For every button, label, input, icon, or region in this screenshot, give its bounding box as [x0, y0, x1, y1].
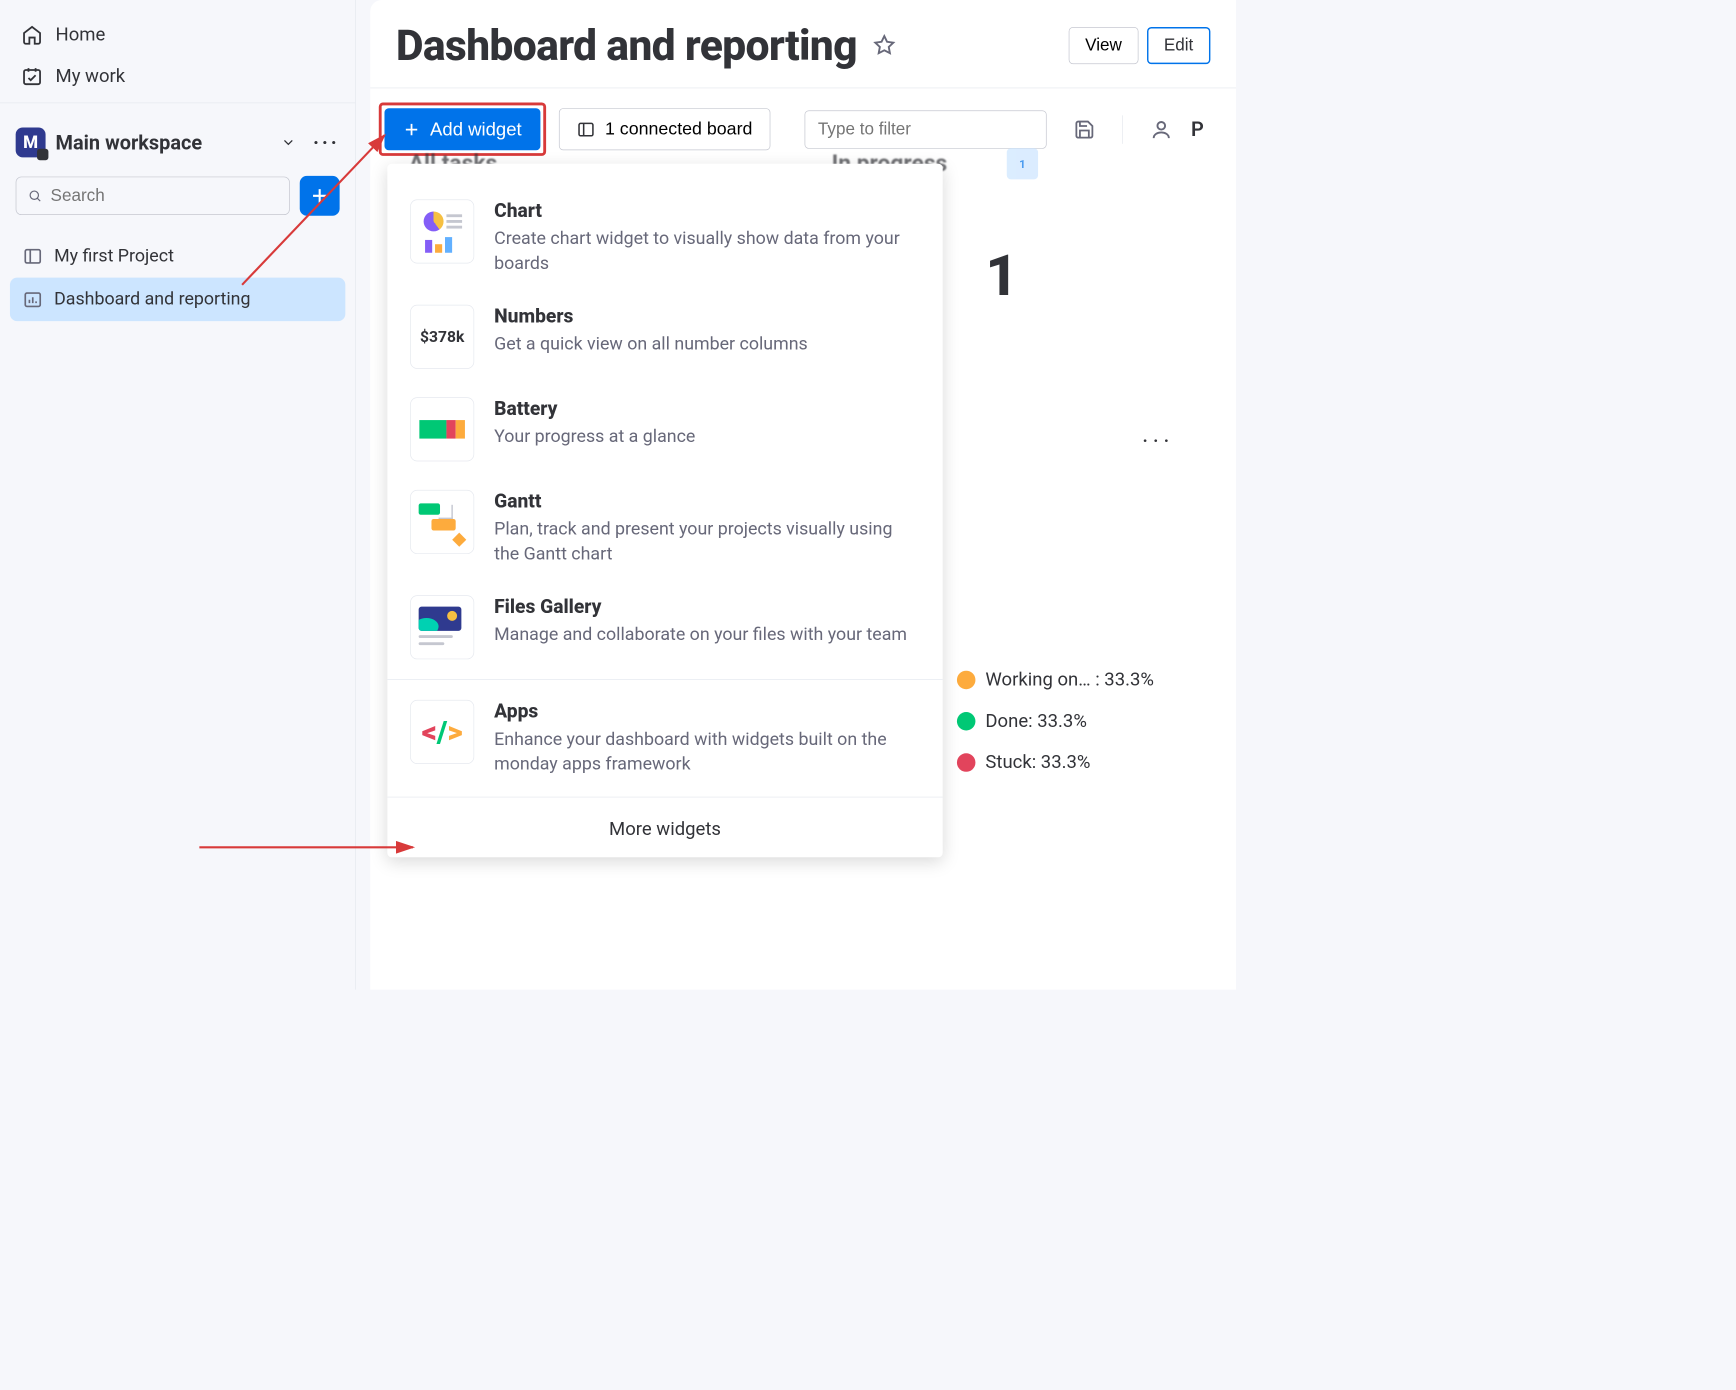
numbers-icon: $378k	[410, 305, 474, 369]
nav-home[interactable]: Home	[0, 14, 355, 55]
battery-icon	[410, 397, 474, 461]
chart-legend: Working on… : 33.3% Done: 33.3% Stuck: 3…	[957, 669, 1154, 793]
legend-label: Working on… : 33.3%	[985, 669, 1154, 690]
number-widget-value: 1	[985, 242, 1018, 309]
count-badge: 1	[1007, 148, 1038, 179]
edit-button[interactable]: Edit	[1147, 27, 1211, 64]
page-title: Dashboard and reporting	[396, 20, 857, 71]
divider	[387, 797, 942, 798]
divider	[1122, 115, 1123, 143]
add-widget-dropdown: Chart Create chart widget to visually sh…	[387, 164, 942, 857]
calendar-check-icon	[21, 66, 42, 87]
more-widgets-button[interactable]: More widgets	[396, 803, 934, 840]
workspace-menu-button[interactable]: ···	[313, 131, 340, 154]
board-item-label: Dashboard and reporting	[54, 289, 250, 310]
annotation-highlight: Add widget	[379, 103, 546, 156]
legend-label: Stuck: 33.3%	[985, 752, 1090, 773]
sidebar-search[interactable]	[16, 177, 290, 215]
chevron-down-icon	[280, 135, 296, 151]
board-item-label: My first Project	[54, 246, 174, 267]
board-item-my-first-project[interactable]: My first Project	[10, 234, 345, 277]
files-icon	[410, 595, 474, 659]
widget-option-battery[interactable]: Battery Your progress at a glance	[396, 383, 934, 476]
chart-icon	[410, 199, 474, 263]
nav-mywork-label: My work	[56, 66, 126, 87]
filter-input-wrapper[interactable]	[804, 110, 1046, 148]
board-icon	[23, 246, 43, 266]
add-widget-button[interactable]: Add widget	[384, 108, 540, 150]
widget-menu-button[interactable]: ···	[1142, 427, 1174, 455]
widget-option-desc: Enhance your dashboard with widgets buil…	[494, 727, 920, 777]
gantt-icon	[410, 490, 474, 554]
widget-option-files-gallery[interactable]: Files Gallery Manage and collaborate on …	[396, 581, 934, 674]
widget-option-desc: Your progress at a glance	[494, 424, 695, 449]
widget-option-desc: Create chart widget to visually show dat…	[494, 226, 920, 276]
workspace-name: Main workspace	[56, 131, 203, 154]
workspace-selector[interactable]: M Main workspace ···	[0, 115, 355, 171]
sidebar-search-input[interactable]	[51, 186, 278, 206]
view-button[interactable]: View	[1069, 27, 1138, 64]
widget-option-title: Files Gallery	[494, 595, 907, 618]
connected-boards-button[interactable]: 1 connected board	[559, 108, 771, 150]
add-widget-label: Add widget	[430, 118, 522, 140]
widget-option-title: Numbers	[494, 305, 808, 328]
plus-icon	[403, 121, 420, 138]
favorite-button[interactable]	[873, 34, 896, 57]
widget-option-numbers[interactable]: $378k Numbers Get a quick view on all nu…	[396, 290, 934, 383]
page-header: Dashboard and reporting View Edit	[370, 0, 1236, 88]
widget-option-gantt[interactable]: Gantt Plan, track and present your proje…	[396, 476, 934, 581]
nav-home-label: Home	[56, 24, 106, 45]
widget-option-apps[interactable]: </> Apps Enhance your dashboard with wid…	[396, 686, 934, 791]
board-item-dashboard-reporting[interactable]: Dashboard and reporting	[10, 278, 345, 321]
divider	[0, 103, 355, 104]
legend-item: Stuck: 33.3%	[957, 752, 1154, 773]
widget-option-desc: Get a quick view on all number columns	[494, 332, 808, 357]
legend-item: Done: 33.3%	[957, 711, 1154, 732]
user-button[interactable]	[1150, 118, 1173, 141]
home-icon	[21, 24, 42, 45]
widget-option-desc: Plan, track and present your projects vi…	[494, 517, 920, 567]
connected-boards-label: 1 connected board	[605, 119, 752, 140]
nav-mywork[interactable]: My work	[0, 56, 355, 97]
legend-dot-icon	[957, 753, 976, 772]
filter-input[interactable]	[818, 119, 1039, 139]
search-icon	[28, 188, 42, 204]
plus-icon	[310, 186, 330, 206]
legend-dot-icon	[957, 671, 976, 690]
trailing-label: P	[1191, 117, 1204, 140]
dashboard-icon	[23, 289, 43, 309]
divider	[387, 679, 942, 680]
board-icon	[576, 120, 595, 139]
legend-dot-icon	[957, 712, 976, 731]
widget-option-title: Apps	[494, 700, 920, 723]
widget-option-desc: Manage and collaborate on your files wit…	[494, 622, 907, 647]
legend-label: Done: 33.3%	[985, 711, 1086, 732]
save-button[interactable]	[1074, 119, 1095, 140]
sidebar: Home My work M Main workspace ··· My fir…	[0, 0, 356, 990]
main-panel: Dashboard and reporting View Edit Add wi…	[370, 0, 1236, 990]
legend-item: Working on… : 33.3%	[957, 669, 1154, 690]
toolbar: Add widget 1 connected board P	[370, 88, 1236, 156]
apps-icon: </>	[410, 700, 474, 764]
workspace-badge: M	[16, 127, 46, 157]
widget-option-title: Battery	[494, 397, 695, 420]
widget-option-title: Chart	[494, 199, 920, 222]
add-board-button[interactable]	[300, 176, 340, 216]
widget-option-chart[interactable]: Chart Create chart widget to visually sh…	[396, 185, 934, 290]
widget-option-title: Gantt	[494, 490, 920, 513]
